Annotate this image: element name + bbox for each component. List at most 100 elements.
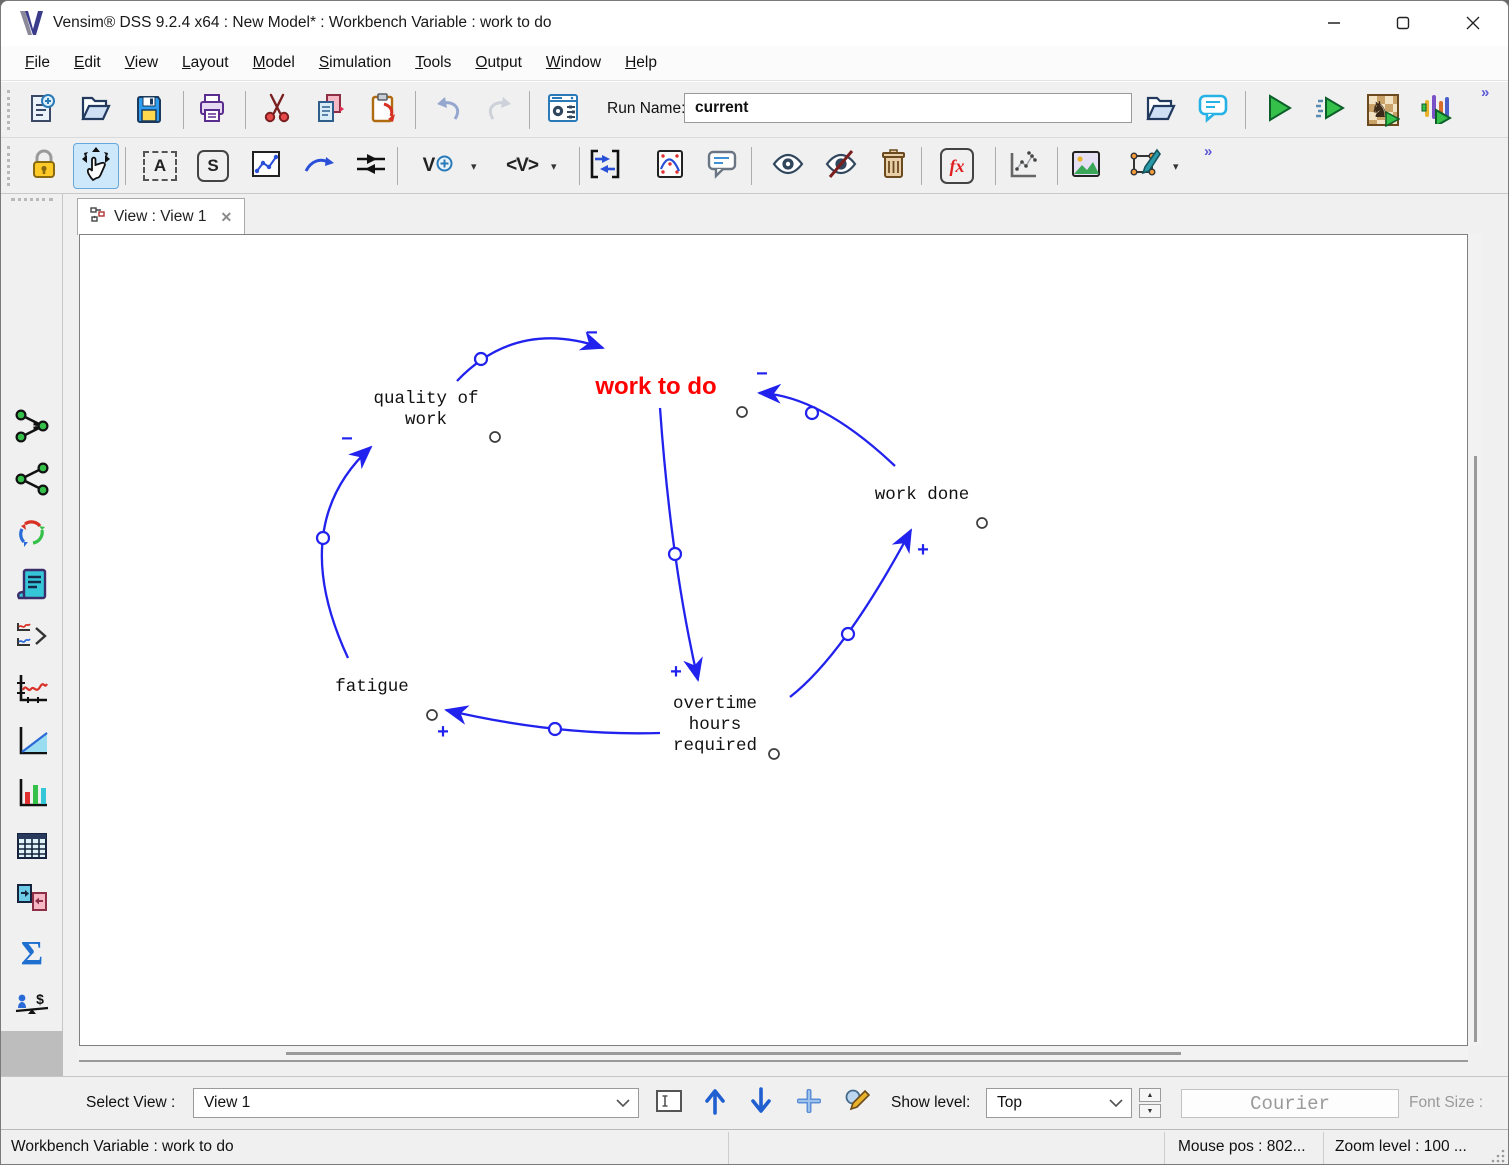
save-button[interactable] [126, 87, 172, 133]
minimize-button[interactable] [1311, 1, 1357, 45]
sketch-comment-button[interactable] [699, 143, 745, 189]
arrow-handle[interactable] [475, 353, 487, 365]
merge-nodes-button[interactable] [582, 143, 628, 189]
insert-image-button[interactable] [1063, 143, 1109, 189]
run-comment-button[interactable] [1190, 87, 1236, 133]
tab-close-icon[interactable]: ✕ [220, 209, 232, 226]
variable-overtime-hours-required[interactable]: overtimehoursrequired [673, 694, 757, 756]
arrow-tool-button[interactable] [296, 143, 342, 189]
sidebar-grip[interactable] [11, 198, 53, 201]
causal-loop-diagram[interactable]: −−+++−quality ofworkwork to dowork donef… [80, 235, 1468, 1046]
variable-fatigue[interactable]: fatigue [335, 677, 409, 697]
show-level-combobox[interactable]: Top [986, 1088, 1132, 1118]
hide-tool-button[interactable] [818, 143, 864, 189]
run-simulation-button[interactable] [1255, 87, 1301, 133]
menu-layout[interactable]: Layout [170, 50, 241, 76]
variable-quality-of-work[interactable]: quality ofwork [373, 389, 478, 430]
lock-tool-button[interactable] [21, 143, 67, 189]
maximize-button[interactable] [1380, 1, 1426, 45]
angle-variable-tool-button[interactable]: <V> [500, 143, 544, 189]
reality-check-button[interactable] [1000, 143, 1046, 189]
variable-work-to-do[interactable]: work to do [594, 373, 716, 400]
close-button[interactable] [1450, 1, 1496, 45]
variable-merge-tool-button[interactable]: V [416, 143, 460, 189]
vertical-scrollbar[interactable] [1469, 234, 1482, 1046]
toolbar-grip[interactable] [7, 90, 13, 130]
arrow-work-done-to-work-to-do[interactable] [759, 393, 895, 466]
run-game-button[interactable]: ♞ [1360, 87, 1406, 133]
menu-simulation[interactable]: Simulation [307, 50, 403, 76]
arrow-work-to-do-to-overtime-hours-required[interactable] [660, 408, 698, 680]
graph-button[interactable] [12, 671, 52, 711]
runs-compare-button[interactable] [12, 880, 52, 920]
menu-file[interactable]: File [13, 50, 62, 76]
statistics-sigma-button[interactable]: Σ [12, 934, 52, 974]
spinner-up-button[interactable]: ▲ [1139, 1088, 1161, 1102]
cut-button[interactable] [254, 87, 300, 133]
variable-handle-overtime-hours-required[interactable] [769, 749, 779, 759]
run-synthesim-button[interactable] [1307, 87, 1353, 133]
tab-view-1[interactable]: View : View 1 ✕ [77, 198, 245, 235]
add-view-button[interactable] [794, 1088, 824, 1118]
redo-button[interactable] [478, 87, 524, 133]
rate-tool-button[interactable] [348, 143, 394, 189]
dropdown-caret-icon[interactable]: ▾ [471, 160, 477, 173]
simulation-setup-button[interactable] [540, 87, 586, 133]
shadow-variable-tool-button[interactable]: S [190, 143, 236, 189]
new-model-button[interactable] [18, 87, 64, 133]
causes-strip-button[interactable] [12, 618, 52, 658]
causes-tree-button[interactable] [12, 408, 52, 448]
resize-grip[interactable] [1491, 1149, 1505, 1163]
spinner-down-button[interactable]: ▼ [1139, 1104, 1161, 1118]
load-run-button[interactable] [1137, 87, 1183, 133]
copy-button[interactable] [307, 87, 353, 133]
move-view-down-button[interactable] [746, 1088, 776, 1118]
horizontal-scrollbar-thumb[interactable] [286, 1052, 1181, 1055]
variable-text-tool-button[interactable]: A [137, 143, 183, 189]
variable-handle-work-to-do[interactable] [737, 407, 747, 417]
variable-handle-work-done[interactable] [977, 518, 987, 528]
delete-tool-button[interactable] [870, 143, 916, 189]
move-tool-button[interactable] [73, 143, 119, 189]
arrow-handle[interactable] [317, 532, 329, 544]
variable-handle-fatigue[interactable] [427, 710, 437, 720]
table-button[interactable] [12, 828, 52, 868]
model-canvas[interactable]: −−+++−quality ofworkwork to dowork donef… [79, 234, 1468, 1046]
stats-button[interactable] [12, 723, 52, 763]
dropdown-caret-icon[interactable]: ▾ [551, 160, 557, 173]
variable-work-done[interactable]: work done [875, 485, 970, 505]
menu-model[interactable]: Model [241, 50, 307, 76]
run-name-input[interactable] [684, 93, 1132, 123]
rename-view-button[interactable] [654, 1088, 684, 1118]
arrow-fatigue-to-quality-of-work[interactable] [322, 447, 371, 658]
loops-button[interactable] [12, 515, 52, 555]
menu-tools[interactable]: Tools [403, 50, 463, 76]
undo-button[interactable] [424, 87, 470, 133]
bar-graph-button[interactable] [12, 775, 52, 815]
horizontal-scrollbar[interactable] [79, 1047, 1468, 1062]
view-select-combobox[interactable]: View 1 [193, 1088, 639, 1118]
menu-edit[interactable]: Edit [62, 50, 113, 76]
arrow-handle[interactable] [806, 407, 818, 419]
menu-view[interactable]: View [113, 50, 170, 76]
menu-output[interactable]: Output [463, 50, 534, 76]
edit-view-button[interactable] [842, 1088, 872, 1118]
open-model-button[interactable] [72, 87, 118, 133]
toolbar-overflow-chevrons[interactable]: » [1204, 143, 1210, 160]
variable-handle-quality-of-work[interactable] [490, 432, 500, 442]
menu-window[interactable]: Window [534, 50, 613, 76]
unhide-tool-button[interactable] [765, 143, 811, 189]
arrow-overtime-hours-required-to-work-done[interactable] [790, 530, 911, 697]
dropdown-caret-icon[interactable]: ▾ [1173, 160, 1179, 173]
units-check-button[interactable]: $ [12, 986, 52, 1026]
document-button[interactable] [12, 566, 52, 606]
toolbar-grip[interactable] [7, 146, 13, 186]
lookup-graph-button[interactable] [647, 143, 693, 189]
paste-button[interactable] [360, 87, 406, 133]
menu-help[interactable]: Help [613, 50, 669, 76]
vertical-scrollbar-thumb[interactable] [1474, 456, 1477, 1042]
run-sensitivity-button[interactable] [1414, 87, 1460, 133]
font-button[interactable]: Courier [1181, 1089, 1399, 1118]
toolbar-overflow-chevrons[interactable]: » [1481, 84, 1487, 101]
move-view-up-button[interactable] [700, 1088, 730, 1118]
